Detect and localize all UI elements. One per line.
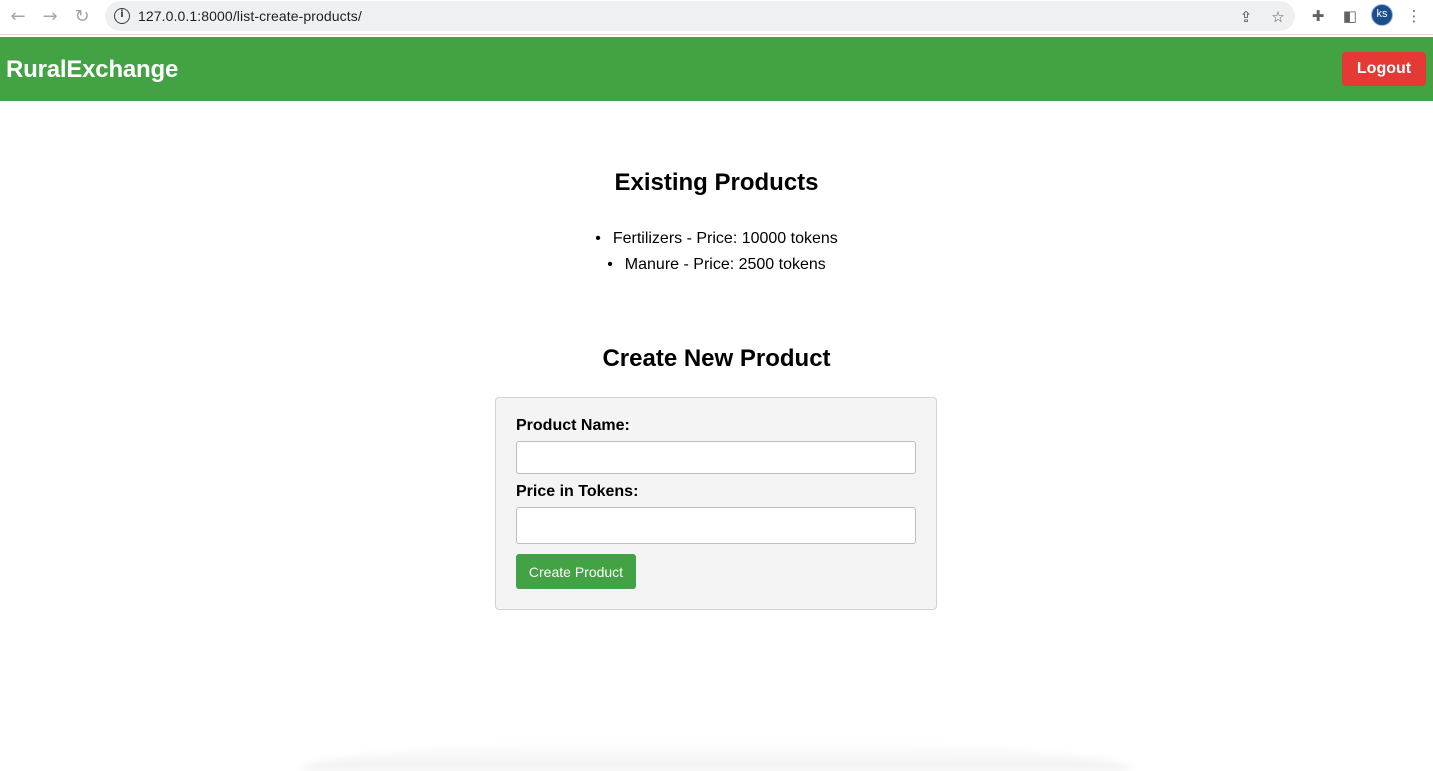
logout-button[interactable]: Logout [1342,52,1426,86]
product-name-input[interactable] [516,441,916,474]
share-icon[interactable]: ⇪ [1235,6,1257,28]
browser-toolbar: ← → ↻ i 127.0.0.1:8000/list-create-produ… [0,0,1433,35]
bullet-icon: • [595,230,601,247]
price-label: Price in Tokens: [516,483,639,500]
list-item: • Fertilizers - Price: 10000 tokens [0,226,1433,252]
existing-products-heading: Existing Products [614,169,819,196]
product-text: Manure - Price: 2500 tokens [624,256,826,273]
url-text[interactable]: 127.0.0.1:8000/list-create-products/ [138,8,362,24]
list-item: • Manure - Price: 2500 tokens [0,252,1433,278]
bookmark-star-icon[interactable]: ☆ [1267,6,1289,28]
bullet-icon: • [607,256,613,273]
extensions-puzzle-icon[interactable]: ✚ [1307,5,1329,27]
kebab-menu-icon[interactable]: ⋮ [1403,5,1425,27]
create-product-heading: Create New Product [602,345,831,372]
address-bar[interactable]: i 127.0.0.1:8000/list-create-products/ ⇪… [105,1,1295,31]
back-arrow-icon[interactable]: ← [5,4,31,28]
product-text: Fertilizers - Price: 10000 tokens [612,230,838,247]
brand-logo[interactable]: RuralExchange [6,56,178,84]
main-content: Existing Products • Fertilizers - Price: … [0,101,1433,771]
product-name-label: Product Name: [516,417,630,434]
reload-icon[interactable]: ↻ [69,4,95,28]
forward-arrow-icon[interactable]: → [37,4,63,28]
site-info-icon[interactable]: i [114,8,130,24]
app-header: RuralExchange Logout [0,37,1433,101]
create-product-form: Product Name: Price in Tokens: Create Pr… [495,397,937,610]
side-panel-icon[interactable]: ◧ [1339,5,1361,27]
product-list: • Fertilizers - Price: 10000 tokens • Manu… [0,226,1433,278]
page-bottom-shadow [300,741,1133,771]
profile-avatar[interactable]: ks [1371,4,1393,26]
price-input[interactable] [516,507,916,544]
create-product-button[interactable]: Create Product [516,554,636,589]
